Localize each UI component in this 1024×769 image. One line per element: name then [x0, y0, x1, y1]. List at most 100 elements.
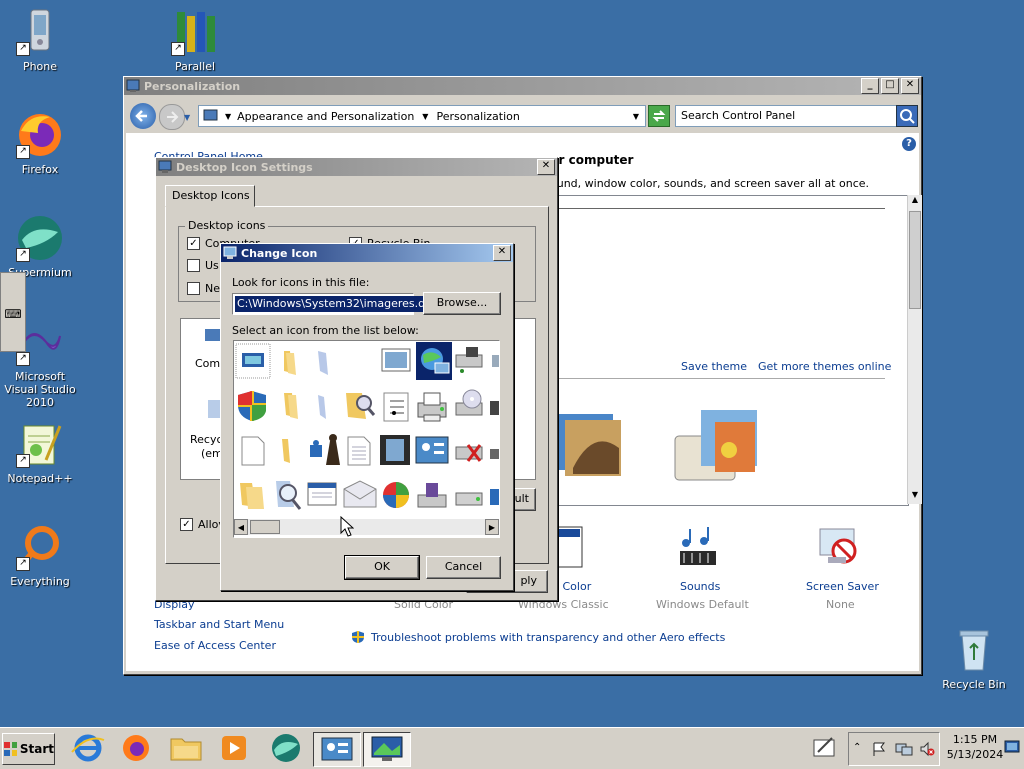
icon-cell-network-drive[interactable] [455, 347, 483, 373]
icon-cell-blank-page[interactable] [241, 436, 265, 466]
desktop-icon-parallel[interactable]: ↗ Parallel [155, 8, 235, 73]
icon-cell-hard-drive[interactable] [455, 492, 483, 506]
tab-desktop-icons[interactable]: Desktop Icons [165, 185, 255, 207]
icon-cell-picture-frame[interactable] [381, 348, 411, 372]
taskbar-media-player[interactable] [214, 732, 254, 765]
forward-button[interactable] [159, 104, 185, 130]
icon-cell-printer[interactable] [417, 392, 447, 422]
sounds-link[interactable]: Sounds [680, 580, 720, 593]
icon-cell-envelope[interactable] [343, 480, 377, 508]
icon-cell-folder-4[interactable] [240, 483, 264, 509]
start-button[interactable]: Start [2, 733, 55, 765]
icon-grid-scrollbar[interactable]: ◀ ▶ [234, 519, 499, 535]
icon-cell-document-2[interactable] [318, 395, 326, 419]
change-icon-close-button[interactable]: ✕ [493, 245, 511, 261]
desktop-icon-everything[interactable]: ↗ Everything [0, 523, 80, 588]
back-button[interactable] [130, 103, 156, 129]
search-button[interactable] [896, 105, 918, 127]
address-dropdown-icon[interactable]: ▼ [633, 112, 639, 121]
icon-cell-window-doc[interactable] [307, 482, 337, 506]
scroll-left-icon[interactable]: ◀ [234, 519, 248, 535]
personalization-titlebar[interactable]: Personalization _ □ ✕ [124, 77, 921, 95]
osk-tab[interactable]: ⌨ [0, 272, 26, 352]
network-checkbox[interactable]: Ne [187, 282, 220, 295]
icon-cell-partial-4[interactable] [490, 489, 499, 505]
address-bar[interactable]: ▼ Appearance and Personalization ▼ Perso… [198, 105, 646, 127]
icon-cell-globe-monitor[interactable] [416, 342, 452, 380]
get-more-themes-link[interactable]: Get more themes online [758, 360, 891, 373]
browse-button[interactable]: Browse... [423, 292, 501, 315]
icon-grid[interactable]: ◀ ▶ [233, 340, 500, 538]
taskbar-start-menu-link[interactable]: Taskbar and Start Menu [154, 618, 284, 631]
screen-saver-link[interactable]: Screen Saver [806, 580, 879, 593]
icon-cell-cd-drive[interactable] [455, 389, 483, 416]
troubleshoot-link[interactable]: Troubleshoot problems with transparency … [371, 631, 725, 644]
save-theme-link[interactable]: Save theme [681, 360, 747, 373]
scroll-right-icon[interactable]: ▶ [485, 519, 499, 535]
change-icon-titlebar[interactable]: Change Icon ✕ [221, 244, 513, 262]
desktop-icon-firefox[interactable]: ↗ Firefox [0, 111, 80, 176]
volume-muted-icon[interactable] [919, 741, 935, 757]
close-button[interactable]: ✕ [901, 78, 919, 94]
icon-cell-search[interactable] [276, 481, 302, 510]
icon-cell-text-document[interactable] [347, 436, 371, 466]
recent-pages-icon[interactable]: ▼ [184, 113, 190, 122]
icon-cell-puzzle-chess[interactable] [310, 434, 340, 465]
taskbar-desktop-settings[interactable] [363, 732, 411, 767]
taskbar-supermium[interactable] [266, 732, 306, 765]
tablet-input-icon[interactable] [812, 734, 836, 760]
search-input[interactable]: Search Control Panel [675, 105, 900, 127]
desktop-icon-settings-titlebar[interactable]: Desktop Icon Settings ✕ [156, 158, 557, 176]
icon-cell-control-panel[interactable] [415, 436, 449, 464]
show-hidden-icons-icon[interactable]: ⌃ [853, 742, 861, 753]
scroll-down-icon[interactable]: ▼ [908, 490, 922, 504]
icon-cell-floppy-drive[interactable] [417, 483, 447, 508]
icon-cell-partial-1[interactable] [492, 355, 499, 367]
scroll-thumb[interactable] [909, 211, 921, 309]
help-icon[interactable]: ? [902, 137, 916, 151]
refresh-button[interactable] [648, 105, 670, 127]
taskbar-firefox[interactable] [116, 732, 156, 765]
theme-thumbnail-nature[interactable] [553, 408, 623, 478]
maximize-button[interactable]: □ [881, 78, 899, 94]
theme-list-scrollbar[interactable]: ▲ ▼ [907, 195, 922, 504]
breadcrumb-personalization[interactable]: Personalization [436, 110, 519, 123]
cancel-button[interactable]: Cancel [426, 556, 501, 579]
theme-thumbnail-landscapes[interactable] [671, 406, 761, 486]
ease-of-access-link[interactable]: Ease of Access Center [154, 639, 276, 652]
icon-cell-folder-2[interactable] [284, 393, 298, 419]
desktop-icon-supermium[interactable]: ↗ Supermium [0, 214, 80, 279]
screen-saver-item[interactable] [814, 525, 860, 571]
file-path-input[interactable]: C:\Windows\System32\imageres.dll [232, 293, 434, 315]
scroll-up-icon[interactable]: ▲ [908, 195, 922, 209]
h-scroll-thumb[interactable] [250, 520, 280, 534]
users-files-checkbox[interactable]: Us [187, 259, 219, 272]
desktop-icon-phone[interactable]: ↗ Phone [0, 8, 80, 73]
network-icon[interactable] [895, 741, 913, 757]
icon-cell-music-document[interactable] [383, 392, 409, 422]
theme-list[interactable]: Save theme Get more themes online [550, 195, 909, 506]
icon-cell-folder[interactable] [284, 351, 296, 375]
breadcrumb-appearance[interactable]: Appearance and Personalization [237, 110, 414, 123]
minimize-button[interactable]: _ [861, 78, 879, 94]
allow-themes-checkbox[interactable]: ✓ Allov [180, 518, 225, 531]
desktop-icon-recycle-bin[interactable]: Recycle Bin [934, 626, 1014, 691]
desktop-icon-notepadpp[interactable]: ↗ Notepad++ [0, 420, 80, 485]
show-desktop-icon[interactable] [1004, 740, 1020, 754]
sounds-item[interactable] [674, 525, 720, 571]
icon-cell-search-folder[interactable] [346, 393, 376, 419]
taskbar-explorer[interactable] [166, 732, 206, 765]
icon-cell-shield[interactable] [238, 391, 266, 421]
icon-cell-folder-3[interactable] [282, 439, 290, 463]
ok-button[interactable]: OK [344, 555, 420, 580]
icon-cell-remove-drive[interactable] [455, 444, 483, 462]
icon-cell-partial-2[interactable] [490, 401, 499, 415]
taskbar-control-panel[interactable] [313, 732, 361, 767]
taskbar-ie[interactable] [68, 732, 108, 765]
action-center-flag-icon[interactable] [871, 741, 887, 757]
clock[interactable]: 1:15 PM 5/13/2024 [940, 732, 1010, 762]
dis-close-button[interactable]: ✕ [537, 159, 555, 175]
icon-cell-film-strip[interactable] [380, 435, 410, 465]
breadcrumb-chevron-icon[interactable]: ▼ [225, 112, 231, 121]
icon-cell-partial-3[interactable] [490, 449, 499, 459]
